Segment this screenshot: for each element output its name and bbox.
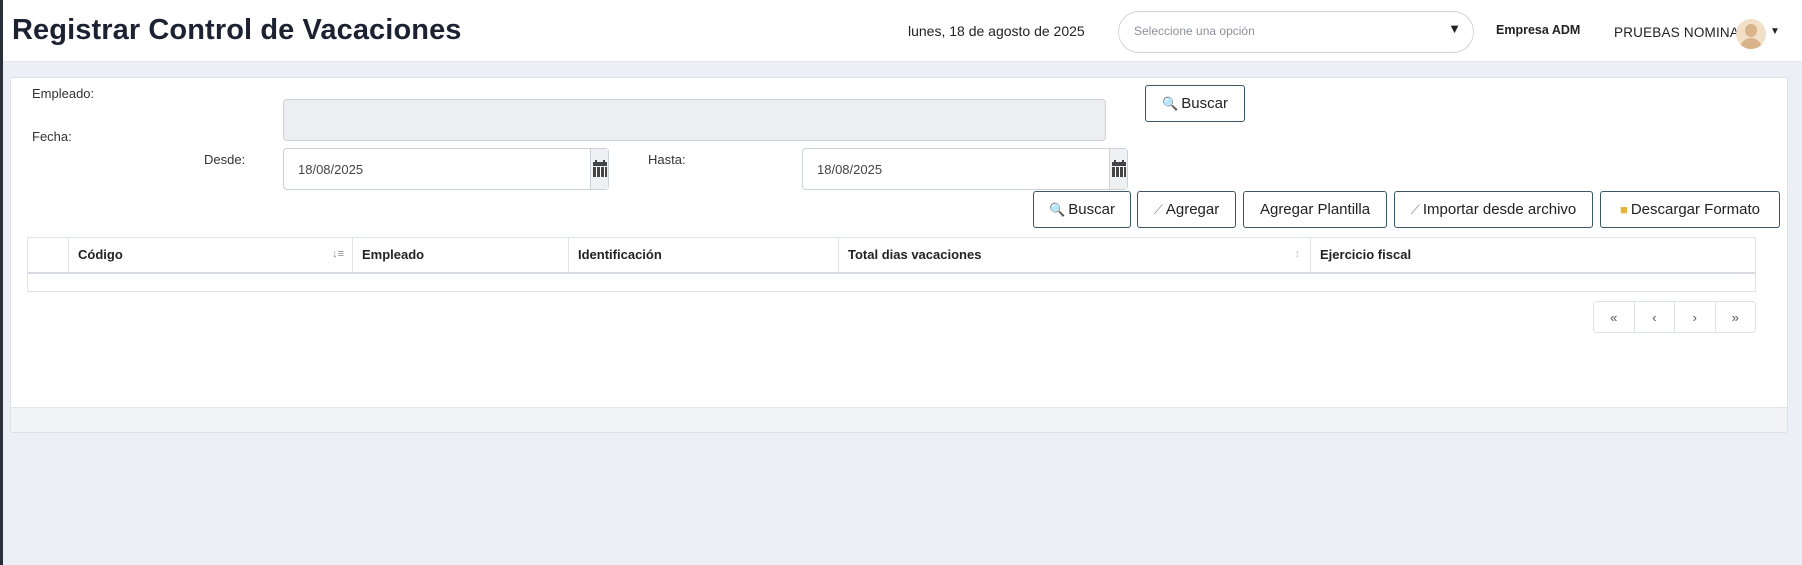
folder-icon: ■ <box>1619 202 1628 217</box>
desde-date-input[interactable]: 18/08/2025 <box>283 148 609 190</box>
sort-icon[interactable]: ↕ <box>1295 248 1301 260</box>
next-page-button[interactable]: › <box>1675 302 1716 332</box>
buscar-empleado-button[interactable]: 🔍 Buscar <box>1145 85 1245 122</box>
current-date: lunes, 18 de agosto de 2025 <box>908 23 1085 39</box>
top-header: Registrar Control de Vacaciones lunes, 1… <box>3 0 1802 62</box>
avatar[interactable] <box>1736 19 1766 49</box>
calendar-icon[interactable] <box>1109 149 1127 189</box>
empleado-field[interactable] <box>283 99 1106 141</box>
importar-button[interactable]: ⟋ Importar desde archivo <box>1394 191 1593 228</box>
buscar-button[interactable]: 🔍 Buscar <box>1033 191 1131 228</box>
agregar-plantilla-label: Agregar Plantilla <box>1259 201 1371 218</box>
avatar-body <box>1740 38 1762 49</box>
column-identificacion[interactable]: Identificación <box>569 238 839 272</box>
caret-down-icon: ▼ <box>1448 21 1461 36</box>
page-title: Registrar Control de Vacaciones <box>12 14 462 46</box>
fecha-label: Fecha: <box>32 129 72 144</box>
empleado-label: Empleado: <box>32 86 95 101</box>
column-ejercicio-fiscal[interactable]: Ejercicio fiscal <box>1311 238 1755 272</box>
main-panel: Empleado: 🔍 Buscar Fecha: Desde: 18/08/2… <box>10 77 1788 433</box>
last-page-button[interactable]: » <box>1716 302 1756 332</box>
buscar-label: Buscar <box>1068 201 1115 218</box>
calendar-icon[interactable] <box>590 149 608 189</box>
avatar-head <box>1745 24 1757 37</box>
column-select <box>28 238 69 272</box>
column-codigo[interactable]: Código ↓≡ <box>69 238 353 272</box>
descargar-label: Descargar Formato <box>1630 201 1761 218</box>
column-total-dias[interactable]: Total dias vacaciones ↕ <box>839 238 1311 272</box>
panel-footer <box>11 407 1787 432</box>
agregar-plantilla-button[interactable]: Agregar Plantilla <box>1243 191 1387 228</box>
left-edge-bar <box>0 0 3 565</box>
company-select[interactable]: Seleccione una opción ▼ <box>1118 11 1474 53</box>
user-name[interactable]: PRUEBAS NOMINA <box>1614 25 1739 40</box>
desde-label: Desde: <box>204 152 246 167</box>
pencil-icon: ⟋ <box>1153 201 1163 217</box>
column-empleado[interactable]: Empleado <box>353 238 569 272</box>
user-menu-caret-icon[interactable]: ▼ <box>1770 26 1780 37</box>
descargar-formato-button[interactable]: ■ Descargar Formato <box>1600 191 1780 228</box>
first-page-button[interactable]: « <box>1594 302 1635 332</box>
column-total-dias-label: Total dias vacaciones <box>848 247 982 262</box>
select-placeholder: Seleccione una opción <box>1134 24 1255 38</box>
hasta-date-input[interactable]: 18/08/2025 <box>802 148 1128 190</box>
search-icon: 🔍 <box>1049 201 1066 217</box>
importar-label: Importar desde archivo <box>1422 201 1577 218</box>
vacaciones-table: Código ↓≡ Empleado Identificación Total … <box>27 237 1756 292</box>
hasta-label: Hasta: <box>648 152 686 167</box>
buscar-empleado-label: Buscar <box>1181 95 1228 112</box>
agregar-button[interactable]: ⟋ Agregar <box>1137 191 1236 228</box>
table-header: Código ↓≡ Empleado Identificación Total … <box>28 238 1755 274</box>
pagination: « ‹ › » <box>1593 301 1756 333</box>
company-name: Empresa ADM <box>1496 23 1581 37</box>
prev-page-button[interactable]: ‹ <box>1635 302 1675 332</box>
column-codigo-label: Código <box>78 247 123 262</box>
pencil-icon: ⟋ <box>1410 201 1420 217</box>
desde-value: 18/08/2025 <box>298 162 364 177</box>
agregar-label: Agregar <box>1165 201 1220 218</box>
search-icon: 🔍 <box>1162 95 1179 111</box>
sort-icon[interactable]: ↓≡ <box>332 248 344 260</box>
hasta-value: 18/08/2025 <box>817 162 883 177</box>
